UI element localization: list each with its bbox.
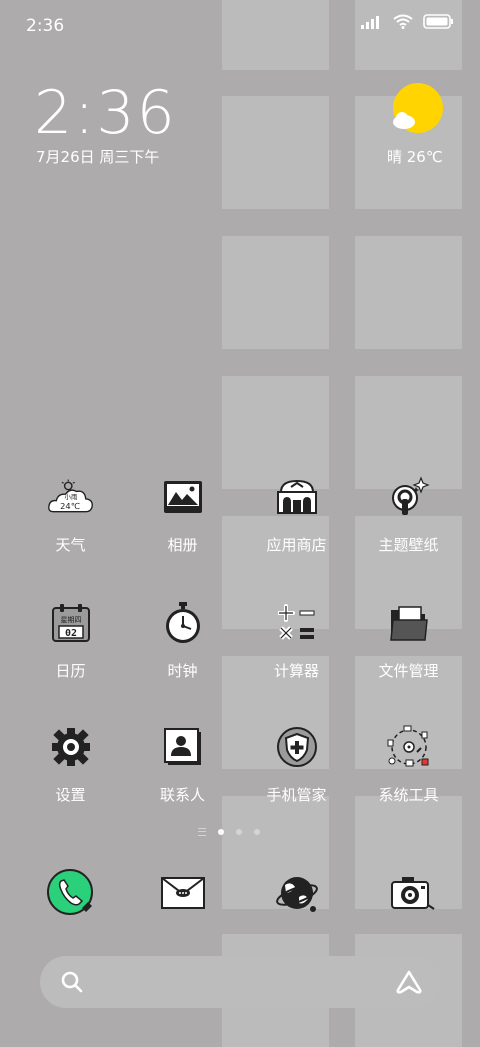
contacts-icon (160, 724, 206, 770)
clock-date: 7月26日 周三下午 (36, 148, 160, 166)
page-indicator-list-icon (198, 828, 206, 836)
app-file-manager[interactable]: 文件管理 (352, 600, 465, 681)
wallpaper-tile (355, 376, 462, 489)
page-dot-active[interactable] (218, 829, 224, 835)
app-settings[interactable]: 设置 (14, 724, 127, 805)
wallpaper-tile (222, 236, 329, 349)
clock-icon (160, 600, 206, 646)
system-tools-icon (386, 724, 432, 770)
app-security[interactable]: 手机管家 (240, 724, 353, 805)
phone-icon (47, 869, 93, 915)
app-label: 日历 (55, 662, 86, 680)
page-indicator[interactable] (198, 828, 260, 836)
wallpaper-tile (222, 96, 329, 209)
assistant-icon[interactable] (395, 969, 423, 995)
security-icon (274, 724, 320, 770)
app-label: 主题壁纸 (378, 536, 439, 554)
app-label: 相册 (167, 536, 198, 554)
app-label: 时钟 (167, 662, 198, 680)
page-dot[interactable] (254, 829, 260, 835)
search-bar[interactable] (40, 956, 441, 1008)
dock-camera[interactable] (388, 868, 438, 918)
svg-text:小雨: 小雨 (64, 492, 77, 501)
svg-text:02: 02 (64, 628, 76, 639)
status-bar: 2:36 (0, 0, 480, 50)
app-contacts[interactable]: 联系人 (126, 724, 239, 805)
app-gallery[interactable]: 相册 (126, 474, 239, 555)
calculator-icon (274, 600, 320, 646)
gallery-icon (160, 474, 206, 520)
app-label: 系统工具 (378, 786, 439, 804)
calendar-icon: 星期四 02 (48, 600, 94, 646)
dock-phone[interactable] (46, 868, 96, 918)
status-time: 2:36 (26, 16, 65, 36)
clock-time[interactable]: 2:36 (34, 78, 177, 148)
wallpaper-tile (355, 236, 462, 349)
app-calculator[interactable]: 计算器 (240, 600, 353, 681)
app-label: 天气 (55, 536, 86, 554)
camera-icon (391, 877, 435, 910)
weather-summary: 晴 26℃ (387, 148, 443, 166)
svg-text:星期四: 星期四 (60, 616, 81, 624)
themes-icon (386, 474, 432, 520)
app-store-icon (274, 474, 320, 520)
wifi-icon (393, 14, 413, 29)
app-weather[interactable]: 小雨 24℃ 天气 (14, 474, 127, 555)
app-label: 文件管理 (378, 662, 439, 680)
app-label: 手机管家 (266, 786, 327, 804)
page-dot[interactable] (236, 829, 242, 835)
weather-sun-icon[interactable] (390, 82, 446, 138)
wallpaper-tile (222, 376, 329, 489)
app-app-store[interactable]: 应用商店 (240, 474, 353, 555)
app-clock[interactable]: 时钟 (126, 600, 239, 681)
dock-messages[interactable] (158, 868, 208, 918)
messages-icon (161, 877, 205, 909)
app-label: 应用商店 (266, 536, 327, 554)
browser-icon (276, 877, 318, 912)
status-icons (361, 14, 454, 29)
weather-icon: 小雨 24℃ (47, 474, 94, 520)
settings-icon (48, 724, 94, 770)
app-label: 计算器 (273, 662, 319, 680)
app-themes[interactable]: 主题壁纸 (352, 474, 465, 555)
app-label: 设置 (55, 786, 86, 804)
search-icon (61, 971, 83, 993)
svg-text:24℃: 24℃ (60, 501, 80, 511)
app-system-tools[interactable]: 系统工具 (352, 724, 465, 805)
signal-icon (361, 15, 379, 29)
battery-icon (423, 14, 453, 29)
file-manager-icon (386, 600, 432, 646)
app-label: 联系人 (159, 786, 205, 804)
dock-browser[interactable] (272, 868, 322, 918)
app-calendar[interactable]: 星期四 02 日历 (14, 600, 127, 681)
